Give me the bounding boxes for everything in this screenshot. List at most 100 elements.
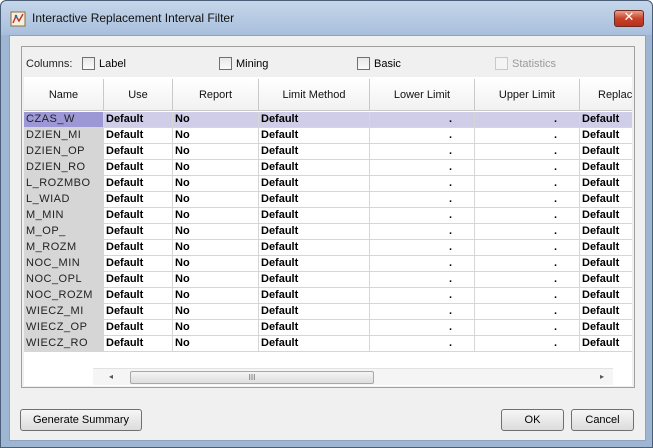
cell-lower[interactable]: . xyxy=(370,128,475,144)
cell-report[interactable]: No xyxy=(173,288,259,304)
cell-upper[interactable]: . xyxy=(475,304,580,320)
table-row[interactable]: DZIEN_OP Default No Default.. Default xyxy=(24,144,632,160)
cell-use[interactable]: Default xyxy=(104,144,173,160)
cell-use[interactable]: Default xyxy=(104,304,173,320)
cell-upper[interactable]: . xyxy=(475,224,580,240)
cell-report[interactable]: No xyxy=(173,224,259,240)
cell-replacement[interactable]: Default xyxy=(580,336,632,352)
cell-replacement[interactable]: Default xyxy=(580,272,632,288)
cell-lower[interactable]: . xyxy=(370,160,475,176)
header-limit-method[interactable]: Limit Method xyxy=(259,79,370,111)
cell-name[interactable]: L_WIAD xyxy=(24,192,104,208)
cell-limit-method[interactable]: Default xyxy=(259,160,370,176)
cell-use[interactable]: Default xyxy=(104,272,173,288)
cell-upper[interactable]: . xyxy=(475,208,580,224)
cell-upper[interactable]: . xyxy=(475,256,580,272)
header-report[interactable]: Report xyxy=(173,79,259,111)
cell-report[interactable]: No xyxy=(173,144,259,160)
cell-use[interactable]: Default xyxy=(104,336,173,352)
cell-name[interactable]: WIECZ_MI xyxy=(24,304,104,320)
scroll-left-icon[interactable]: ◂ xyxy=(109,372,113,381)
cell-name[interactable]: L_ROZMBO xyxy=(24,176,104,192)
cell-report[interactable]: No xyxy=(173,272,259,288)
cell-replacement[interactable]: Default xyxy=(580,320,632,336)
cell-lower[interactable]: . xyxy=(370,176,475,192)
cell-upper[interactable]: . xyxy=(475,240,580,256)
basic-checkbox-box[interactable] xyxy=(357,57,370,70)
cell-replacement[interactable]: Default xyxy=(580,160,632,176)
label-checkbox[interactable]: Label xyxy=(82,57,126,70)
cell-lower[interactable]: . xyxy=(370,272,475,288)
cell-report[interactable]: No xyxy=(173,112,259,128)
cell-replacement[interactable]: Default xyxy=(580,240,632,256)
cell-report[interactable]: No xyxy=(173,192,259,208)
cell-lower[interactable]: . xyxy=(370,336,475,352)
cell-lower[interactable]: . xyxy=(370,304,475,320)
cell-limit-method[interactable]: Default xyxy=(259,320,370,336)
cell-replacement[interactable]: Default xyxy=(580,112,632,128)
table-row[interactable]: L_ROZMBO Default No Default.. Default xyxy=(24,176,632,192)
cell-lower[interactable]: . xyxy=(370,144,475,160)
ok-button[interactable]: OK xyxy=(501,409,564,431)
cell-lower[interactable]: . xyxy=(370,192,475,208)
cell-report[interactable]: No xyxy=(173,128,259,144)
table-row[interactable]: M_ROZM Default No Default.. Default xyxy=(24,240,632,256)
cell-use[interactable]: Default xyxy=(104,288,173,304)
cell-limit-method[interactable]: Default xyxy=(259,144,370,160)
table-row[interactable]: M_MIN Default No Default.. Default xyxy=(24,208,632,224)
cell-limit-method[interactable]: Default xyxy=(259,256,370,272)
header-use[interactable]: Use xyxy=(104,79,173,111)
cell-name[interactable]: M_ROZM xyxy=(24,240,104,256)
cell-limit-method[interactable]: Default xyxy=(259,128,370,144)
cell-lower[interactable]: . xyxy=(370,224,475,240)
cell-use[interactable]: Default xyxy=(104,128,173,144)
cell-report[interactable]: No xyxy=(173,160,259,176)
cancel-button[interactable]: Cancel xyxy=(571,409,634,431)
cell-limit-method[interactable]: Default xyxy=(259,288,370,304)
table-row[interactable]: NOC_OPL Default No Default.. Default xyxy=(24,272,632,288)
cell-limit-method[interactable]: Default xyxy=(259,112,370,128)
cell-report[interactable]: No xyxy=(173,336,259,352)
basic-checkbox[interactable]: Basic xyxy=(357,57,401,70)
cell-use[interactable]: Default xyxy=(104,240,173,256)
cell-report[interactable]: No xyxy=(173,256,259,272)
cell-report[interactable]: No xyxy=(173,304,259,320)
cell-limit-method[interactable]: Default xyxy=(259,272,370,288)
cell-limit-method[interactable]: Default xyxy=(259,192,370,208)
cell-use[interactable]: Default xyxy=(104,192,173,208)
cell-upper[interactable]: . xyxy=(475,272,580,288)
scroll-right-icon[interactable]: ▸ xyxy=(600,372,604,381)
cell-lower[interactable]: . xyxy=(370,320,475,336)
cell-limit-method[interactable]: Default xyxy=(259,304,370,320)
horizontal-scrollbar[interactable]: ◂ III ▸ xyxy=(93,368,613,385)
cell-replacement[interactable]: Default xyxy=(580,128,632,144)
cell-upper[interactable]: . xyxy=(475,112,580,128)
table-row[interactable]: WIECZ_RO Default No Default.. Default xyxy=(24,336,632,352)
cell-name[interactable]: WIECZ_OP xyxy=(24,320,104,336)
cell-use[interactable]: Default xyxy=(104,256,173,272)
cell-report[interactable]: No xyxy=(173,176,259,192)
title-bar[interactable]: Interactive Replacement Interval Filter … xyxy=(1,1,652,35)
cell-name[interactable]: NOC_OPL xyxy=(24,272,104,288)
cell-upper[interactable]: . xyxy=(475,128,580,144)
cell-replacement[interactable]: Default xyxy=(580,224,632,240)
table-row[interactable]: WIECZ_MI Default No Default.. Default xyxy=(24,304,632,320)
cell-report[interactable]: No xyxy=(173,240,259,256)
cell-use[interactable]: Default xyxy=(104,176,173,192)
cell-upper[interactable]: . xyxy=(475,160,580,176)
cell-upper[interactable]: . xyxy=(475,192,580,208)
table-row[interactable]: DZIEN_RO Default No Default.. Default xyxy=(24,160,632,176)
scrollbar-thumb[interactable]: III xyxy=(130,371,374,384)
cell-limit-method[interactable]: Default xyxy=(259,176,370,192)
cell-use[interactable]: Default xyxy=(104,224,173,240)
mining-checkbox-box[interactable] xyxy=(219,57,232,70)
generate-summary-button[interactable]: Generate Summary xyxy=(20,409,142,431)
cell-name[interactable]: CZAS_W xyxy=(24,112,104,128)
cell-replacement[interactable]: Default xyxy=(580,304,632,320)
cell-name[interactable]: M_OP_ xyxy=(24,224,104,240)
cell-use[interactable]: Default xyxy=(104,112,173,128)
header-upper-limit[interactable]: Upper Limit xyxy=(475,79,580,111)
cell-lower[interactable]: . xyxy=(370,240,475,256)
cell-name[interactable]: DZIEN_MI xyxy=(24,128,104,144)
cell-limit-method[interactable]: Default xyxy=(259,224,370,240)
